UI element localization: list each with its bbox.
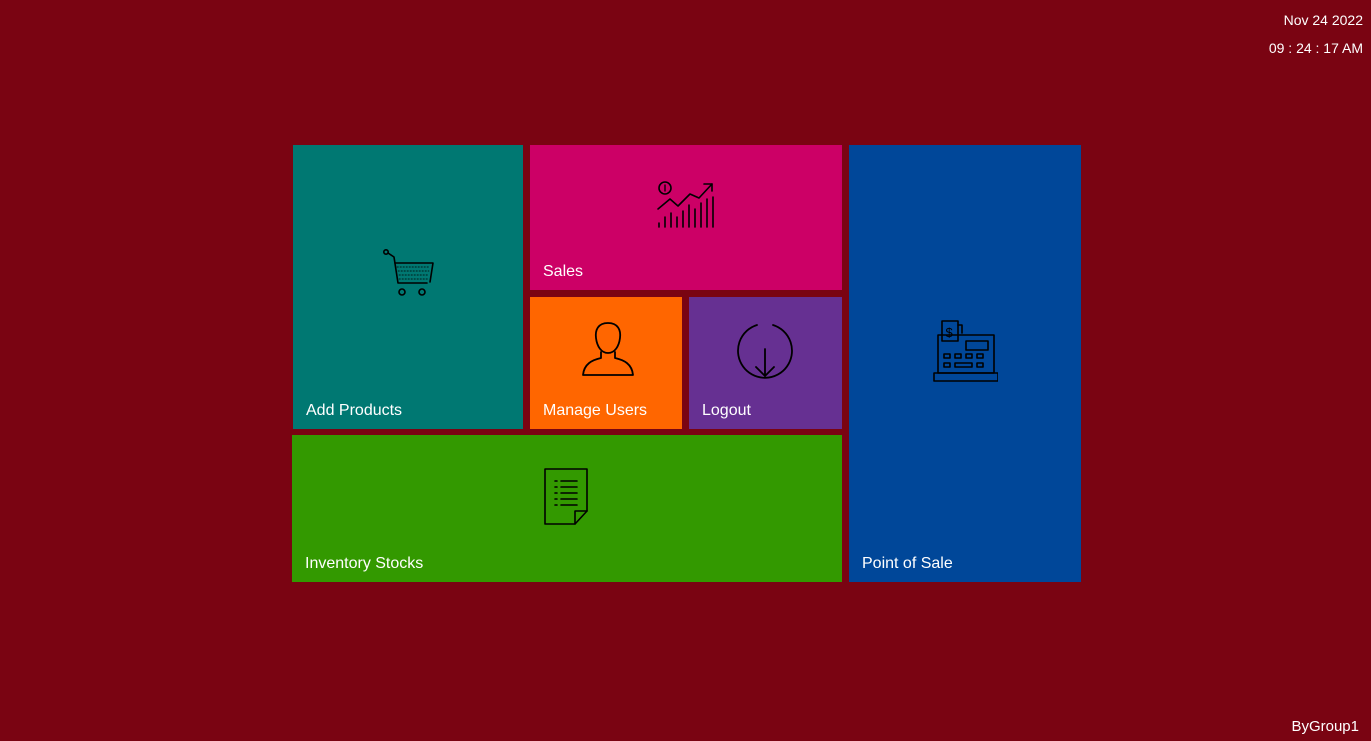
cash-register-icon: $ <box>932 319 998 385</box>
logout-label: Logout <box>702 402 751 419</box>
point-of-sale-tile[interactable]: $ Point of Sale <box>849 145 1081 582</box>
point-of-sale-label: Point of Sale <box>862 555 953 572</box>
inventory-stocks-label: Inventory Stocks <box>305 555 424 572</box>
sales-tile[interactable]: Sales <box>530 145 842 290</box>
sales-label: Sales <box>543 263 584 280</box>
shopping-cart-icon <box>381 247 437 303</box>
date-label: Nov 24 2022 <box>1283 12 1363 28</box>
credit-label: ByGroup1 <box>1291 718 1359 735</box>
document-list-icon <box>543 467 591 527</box>
logout-tile[interactable]: Logout <box>689 297 842 429</box>
sales-growth-chart-icon <box>656 181 716 231</box>
manage-users-tile[interactable]: Manage Users <box>530 297 682 429</box>
download-circle-icon <box>735 321 795 381</box>
manage-users-label: Manage Users <box>543 402 648 419</box>
time-label: 09 : 24 : 17 AM <box>1268 40 1363 56</box>
svg-text:$: $ <box>946 325 954 340</box>
user-icon <box>581 321 635 379</box>
add-products-tile[interactable]: Add Products <box>293 145 523 429</box>
inventory-stocks-tile[interactable]: Inventory Stocks <box>292 435 842 582</box>
add-products-label: Add Products <box>306 402 403 419</box>
date-time-display: Nov 24 2022 09 : 24 : 17 AM <box>1269 6 1363 62</box>
